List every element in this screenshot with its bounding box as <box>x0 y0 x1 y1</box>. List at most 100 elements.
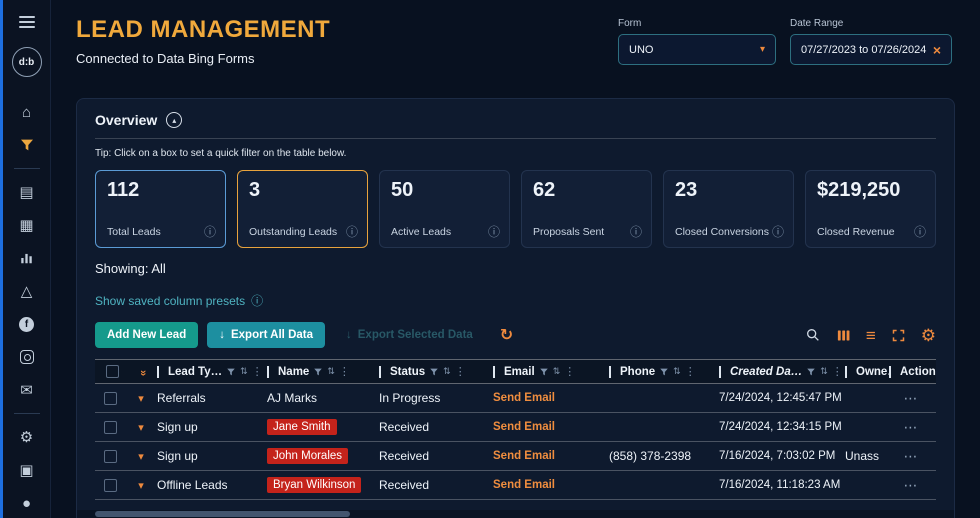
row-actions-icon[interactable]: ⋯ <box>904 448 918 465</box>
lead-type-cell: Sign up <box>157 420 198 434</box>
filter-funnel-icon[interactable] <box>659 367 669 377</box>
export-all-data-button[interactable]: ↓ Export All Data <box>207 322 325 348</box>
columns-view-icon[interactable] <box>836 328 851 343</box>
info-icon[interactable]: ⓘ <box>630 223 642 240</box>
tip-text: Tip: Click on a box to set a quick filte… <box>95 148 347 159</box>
sort-icon[interactable]: ⇅ <box>673 366 681 377</box>
row-expand-icon[interactable]: ▾ <box>138 450 144 463</box>
sort-icon[interactable]: ⇅ <box>327 366 335 377</box>
filter-funnel-icon[interactable] <box>429 367 439 377</box>
info-icon[interactable]: ⓘ <box>204 223 216 240</box>
form-select[interactable]: UNO ▾ <box>618 34 776 65</box>
row-actions-icon[interactable]: ⋯ <box>904 390 918 407</box>
form-select-value: UNO <box>629 43 654 56</box>
sidebar-item-analytics[interactable] <box>14 246 40 270</box>
refresh-icon[interactable]: ↻ <box>500 325 513 345</box>
stat-card-proposals-sent[interactable]: 62 Proposals Sent ⓘ <box>521 170 652 248</box>
column-menu-icon[interactable]: ⋮ <box>252 365 263 378</box>
stat-card-outstanding-leads[interactable]: 3 Outstanding Leads ⓘ <box>237 170 368 248</box>
info-icon[interactable]: ⓘ <box>488 223 500 240</box>
sidebar-item-alerts[interactable]: △ <box>14 279 40 303</box>
row-checkbox[interactable] <box>103 478 117 492</box>
list-view-icon[interactable]: ≡ <box>866 327 876 344</box>
filter-funnel-icon[interactable] <box>226 367 236 377</box>
sort-icon[interactable]: ⇅ <box>240 366 248 377</box>
info-icon[interactable]: ⓘ <box>346 223 358 240</box>
sort-icon[interactable]: ⇅ <box>443 366 451 377</box>
filter-funnel-icon[interactable] <box>313 367 323 377</box>
select-all-checkbox[interactable] <box>105 365 119 378</box>
info-icon[interactable]: ⓘ <box>251 292 263 309</box>
sidebar-item-forms[interactable]: ▦ <box>14 213 40 237</box>
header-phone[interactable]: Phone ⇅ ⋮ <box>609 360 719 383</box>
column-menu-icon[interactable]: ⋮ <box>832 365 843 378</box>
sidebar-item-github[interactable]: ● <box>14 491 40 515</box>
search-icon[interactable] <box>805 327 821 343</box>
github-icon: ● <box>21 494 32 512</box>
row-expand-icon[interactable]: ▾ <box>138 421 144 434</box>
scrollbar-thumb[interactable] <box>95 511 350 517</box>
showing-filter-text: Showing: All <box>95 261 166 276</box>
stat-card-closed-conversions[interactable]: 23 Closed Conversions ⓘ <box>663 170 794 248</box>
expand-all-icon[interactable]: » <box>137 369 149 373</box>
sidebar-item-documents[interactable]: ▤ <box>14 180 40 204</box>
column-menu-icon[interactable]: ⋮ <box>564 365 575 378</box>
saved-presets-link[interactable]: Show saved column presets ⓘ <box>95 292 936 309</box>
column-menu-icon[interactable]: ⋮ <box>339 365 350 378</box>
date-range-input[interactable]: 07/27/2023 to 07/26/2024 × <box>790 34 952 65</box>
header-lead-type[interactable]: Lead Ty… ⇅ ⋮ <box>157 360 267 383</box>
menu-toggle-button[interactable] <box>14 10 40 34</box>
collapse-panel-button[interactable]: ▴ <box>166 112 183 128</box>
row-checkbox[interactable] <box>103 449 117 463</box>
row-checkbox[interactable] <box>103 420 117 434</box>
info-icon[interactable]: ⓘ <box>772 223 784 240</box>
table-settings-gear-icon[interactable]: ⚙ <box>921 327 936 344</box>
sidebar-item-cards[interactable]: ▣ <box>14 458 40 482</box>
page-header: LEAD MANAGEMENT Connected to Data Bing F… <box>51 0 980 98</box>
stat-card-total-leads[interactable]: 112 Total Leads ⓘ <box>95 170 226 248</box>
header-name[interactable]: Name ⇅ ⋮ <box>267 360 379 383</box>
row-checkbox-cell <box>95 420 129 434</box>
app-logo[interactable]: d:b <box>11 47 42 77</box>
stat-card-active-leads[interactable]: 50 Active Leads ⓘ <box>379 170 510 248</box>
send-email-link[interactable]: Send Email <box>493 392 555 404</box>
actions-cell: ⋯ <box>889 448 936 465</box>
stat-card-closed-revenue[interactable]: $219,250 Closed Revenue ⓘ <box>805 170 936 248</box>
name-cell: AJ Marks <box>267 391 379 405</box>
row-expand-icon[interactable]: ▾ <box>138 392 144 405</box>
header-email[interactable]: Email ⇅ ⋮ <box>493 360 609 383</box>
row-expand-icon[interactable]: ▾ <box>138 479 144 492</box>
divider <box>95 138 936 139</box>
filter-funnel-icon[interactable] <box>539 367 549 377</box>
triangle-icon: △ <box>20 283 33 300</box>
sidebar-item-leads[interactable] <box>14 133 40 157</box>
header-status[interactable]: Status ⇅ ⋮ <box>379 360 493 383</box>
sidebar: d:b ⌂ ▤ ▦ △ f ✉ ⚙ ▣ ● <box>3 0 51 518</box>
header-created-date[interactable]: Created Da… ⇅ ⋮ <box>719 360 845 383</box>
sidebar-item-home[interactable]: ⌂ <box>14 100 40 124</box>
email-cell: Send Email <box>493 450 609 462</box>
add-new-lead-button[interactable]: Add New Lead <box>95 322 199 348</box>
row-checkbox[interactable] <box>103 391 117 405</box>
status-cell: Received <box>379 478 430 492</box>
fullscreen-icon[interactable] <box>891 328 906 343</box>
filter-funnel-icon[interactable] <box>806 367 816 377</box>
header-owner[interactable]: Owne… <box>845 360 889 383</box>
sort-icon[interactable]: ⇅ <box>820 366 828 377</box>
sort-icon[interactable]: ⇅ <box>553 366 561 377</box>
sidebar-item-settings[interactable]: ⚙ <box>14 425 40 449</box>
column-menu-icon[interactable]: ⋮ <box>685 365 696 378</box>
column-menu-icon[interactable]: ⋮ <box>455 365 466 378</box>
row-actions-icon[interactable]: ⋯ <box>904 477 918 494</box>
send-email-link[interactable]: Send Email <box>493 479 555 491</box>
sidebar-item-facebook[interactable]: f <box>14 312 40 336</box>
row-actions-icon[interactable]: ⋯ <box>904 419 918 436</box>
sidebar-item-email[interactable]: ✉ <box>14 378 40 402</box>
sidebar-item-instagram[interactable] <box>14 345 40 369</box>
send-email-link[interactable]: Send Email <box>493 450 555 462</box>
export-all-label: Export All Data <box>230 329 313 341</box>
horizontal-scrollbar[interactable] <box>77 510 954 518</box>
info-icon[interactable]: ⓘ <box>914 223 926 240</box>
clear-date-icon[interactable]: × <box>933 42 941 58</box>
send-email-link[interactable]: Send Email <box>493 421 555 433</box>
